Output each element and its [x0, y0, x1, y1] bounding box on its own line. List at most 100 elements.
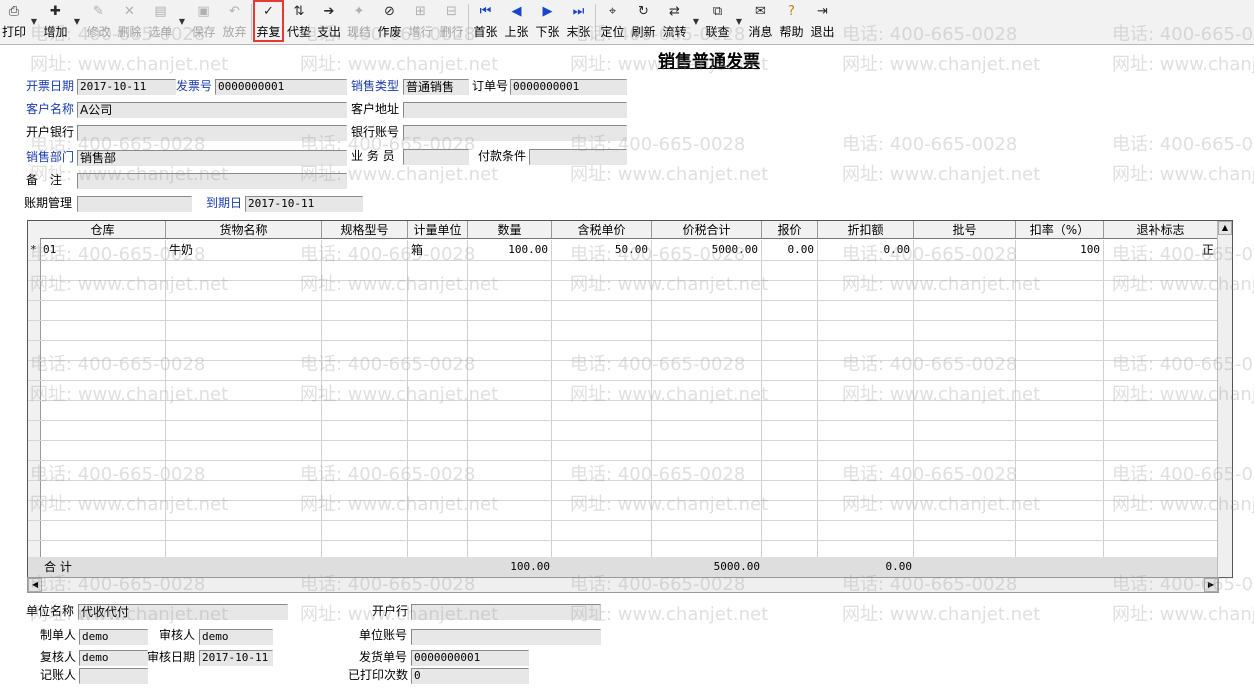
grid-column-line [817, 240, 818, 577]
dropdown-arrow-icon[interactable]: ▼ [28, 0, 40, 42]
toolbar-button-12[interactable]: ⊞ 增行 [405, 0, 436, 42]
cell-unit-price[interactable]: 50.00 [554, 240, 648, 260]
toolbar-button-18[interactable]: ⌖ 定位 [597, 0, 628, 42]
toolbar-button-2[interactable]: ✎ 修改 [83, 0, 114, 42]
scroll-left-arrow-icon[interactable]: ◀ [28, 578, 42, 592]
horizontal-scrollbar[interactable]: ◀ ▶ [27, 577, 1219, 593]
maker-label: 制单人 [40, 628, 77, 642]
customer-field[interactable]: A公司 [77, 102, 347, 118]
column-header[interactable]: 折扣额 [818, 221, 914, 239]
delivery-no-field[interactable]: 0000000001 [411, 650, 529, 666]
toolbar-button-8[interactable]: ⇅ 代垫 [284, 0, 314, 42]
delete-icon: ✕ [124, 4, 135, 19]
invoice-lines-grid[interactable]: 仓库 货物名称 规格型号 计量单位 数量 含税单价 价税合计 报价 折扣额 批号 扣率（%） 退补标志… [27, 220, 1233, 578]
toolbar-button-14[interactable]: ⏮ 首张 [470, 0, 501, 42]
audit-date-field[interactable]: 2017-10-11 [199, 650, 273, 666]
rechecker-field[interactable]: demo [79, 650, 148, 666]
toolbar-button-24[interactable]: ⇥ 退出 [807, 0, 838, 42]
toolbar-button-label: 退出 [810, 25, 835, 39]
toolbar-button-6[interactable]: ↶ 放弃 [219, 0, 250, 42]
unit-name-field[interactable]: 代收代付 [78, 604, 288, 620]
cell-warehouse[interactable]: 01 [43, 240, 56, 260]
column-header[interactable]: 数量 [468, 221, 552, 239]
column-header[interactable]: 含税单价 [552, 221, 652, 239]
remark-field[interactable] [77, 173, 347, 189]
sales-type-field[interactable]: 普通销售 [403, 79, 469, 95]
watermark-text: 电话: 400-665-0028 [1112, 134, 1254, 155]
column-header[interactable]: 价税合计 [652, 221, 762, 239]
column-header[interactable]: 批号 [914, 221, 1016, 239]
audit-date-label: 审核日期 [147, 650, 196, 664]
row-header-column [28, 221, 41, 577]
column-header[interactable]: 报价 [762, 221, 818, 239]
toolbar-separator [468, 4, 469, 40]
first-record-icon: ⏮ [479, 4, 492, 19]
payment-terms-label: 付款条件 [478, 149, 527, 163]
toolbar-button-label: 修改 [86, 25, 111, 39]
toolbar-separator [595, 4, 596, 40]
auditor-field[interactable]: demo [199, 629, 273, 645]
cell-rate[interactable]: 100 [1018, 240, 1100, 260]
payment-terms-field[interactable] [529, 149, 627, 165]
toolbar-button-17[interactable]: ⏭ 末张 [563, 0, 594, 42]
invoice-date-field[interactable]: 2017-10-11 [77, 79, 176, 95]
order-no-field[interactable]: 0000000001 [510, 79, 627, 95]
printed-times-field[interactable]: 0 [411, 668, 529, 684]
toolbar-button-22[interactable]: ✉ 消息 [745, 0, 776, 42]
account-period-field[interactable] [77, 196, 192, 212]
column-header[interactable]: 货物名称 [166, 221, 322, 239]
column-header[interactable]: 规格型号 [322, 221, 408, 239]
toolbar-button-19[interactable]: ↻ 刷新 [628, 0, 659, 42]
toolbar-button-13[interactable]: ⊟ 删行 [436, 0, 467, 42]
toolbar-button-15[interactable]: ◀ 上张 [501, 0, 532, 42]
toolbar-button-5[interactable]: ▣ 保存 [188, 0, 219, 42]
toolbar-button-4[interactable]: ▤ 选单 [145, 0, 176, 42]
toolbar-button-23[interactable]: ? 帮助 [776, 0, 807, 42]
cell-unit[interactable]: 箱 [411, 240, 423, 260]
scroll-up-arrow-icon[interactable]: ▲ [1218, 221, 1232, 235]
cell-discount[interactable]: 0.00 [820, 240, 911, 260]
column-header[interactable]: 扣率（%） [1016, 221, 1104, 239]
customer-address-field[interactable] [403, 102, 627, 118]
unit-account-field[interactable] [411, 629, 601, 645]
invoice-no-field[interactable]: 0000000001 [215, 79, 347, 95]
toolbar-button-21[interactable]: ⧉ 联查 [702, 0, 733, 42]
department-field[interactable]: 销售部 [77, 150, 347, 166]
cell-qty[interactable]: 100.00 [470, 240, 548, 260]
watermark-text: 网址: www.chanjet.net [1112, 604, 1254, 625]
vertical-scrollbar[interactable]: ▲ [1217, 221, 1232, 577]
dropdown-arrow-icon[interactable]: ▼ [733, 0, 745, 42]
toolbar-button-10[interactable]: ✦ 现结 [344, 0, 374, 42]
column-header[interactable]: 退补标志 [1104, 221, 1218, 239]
column-header[interactable]: 计量单位 [408, 221, 468, 239]
toolbar-button-11[interactable]: ⊘ 作废 [374, 0, 405, 42]
toolbar-button-0[interactable]: ⎙ 打印 [0, 0, 28, 42]
bank-field[interactable] [77, 125, 347, 141]
open-bank-field[interactable] [411, 604, 601, 620]
salesman-field[interactable] [403, 149, 469, 165]
maker-field[interactable]: demo [79, 629, 148, 645]
cell-flag[interactable]: 正 [1106, 240, 1214, 260]
totals-row: 合 计 100.00 5000.00 0.00 [28, 557, 1218, 577]
toolbar-button-7[interactable]: ✓ 弃复 [253, 0, 284, 42]
bank-account-field[interactable] [403, 125, 627, 141]
dropdown-arrow-icon[interactable]: ▼ [176, 0, 188, 42]
toolbar-button-9[interactable]: ➔ 支出 [314, 0, 344, 42]
remark-label: 备 注 [26, 173, 66, 187]
watermark-text: 网址: www.chanjet.net [300, 54, 499, 75]
cell-goods[interactable]: 牛奶 [169, 240, 193, 260]
watermark-text: 网址: www.chanjet.net [30, 54, 229, 75]
grid-row-line [28, 280, 1218, 281]
dropdown-arrow-icon[interactable]: ▼ [690, 0, 702, 42]
toolbar-button-16[interactable]: ▶ 下张 [532, 0, 563, 42]
column-header[interactable]: 仓库 [40, 221, 166, 239]
toolbar-button-20[interactable]: ⇄ 流转 [659, 0, 690, 42]
bookkeeper-field[interactable] [79, 668, 148, 684]
toolbar-button-1[interactable]: ✚ 增加 [40, 0, 71, 42]
due-date-field[interactable]: 2017-10-11 [245, 196, 363, 212]
scroll-right-arrow-icon[interactable]: ▶ [1204, 578, 1218, 592]
toolbar-button-3[interactable]: ✕ 删除 [114, 0, 145, 42]
cell-quote[interactable]: 0.00 [764, 240, 815, 260]
dropdown-arrow-icon[interactable]: ▼ [71, 0, 83, 42]
cell-total[interactable]: 5000.00 [654, 240, 758, 260]
